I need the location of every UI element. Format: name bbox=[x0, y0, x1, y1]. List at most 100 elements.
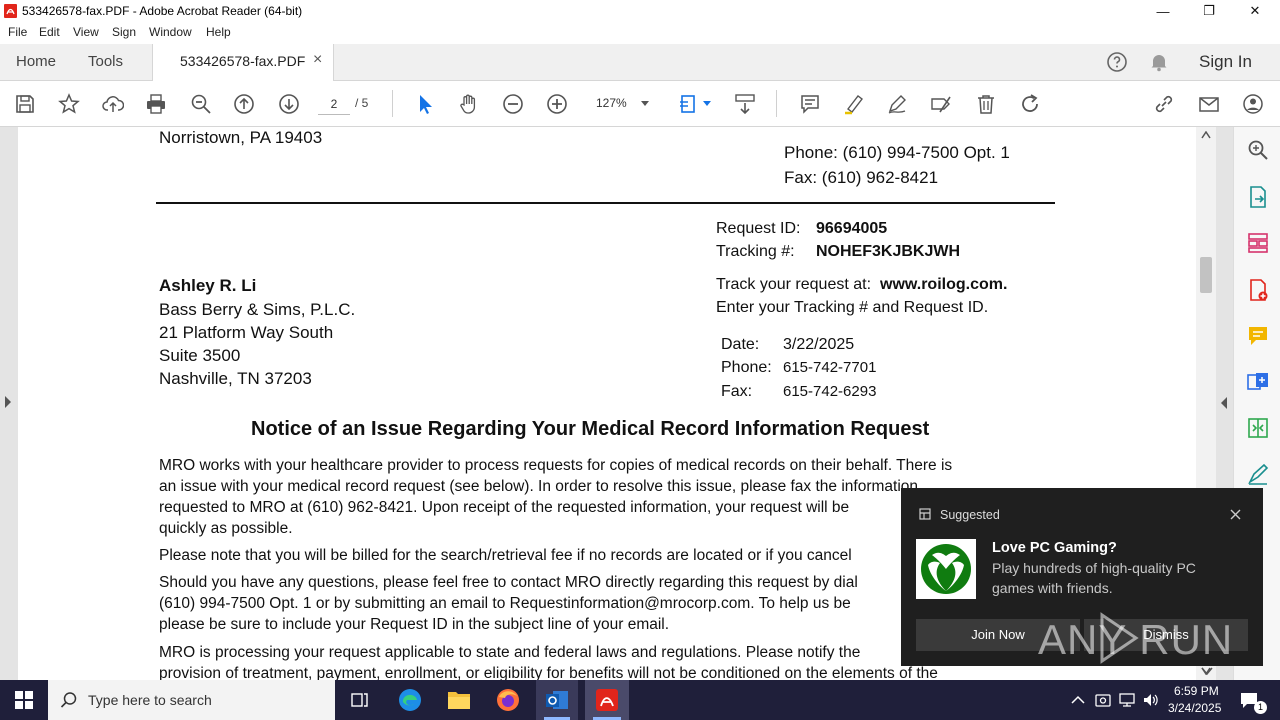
save-icon bbox=[16, 95, 34, 113]
zoom-out-button[interactable] bbox=[501, 92, 525, 116]
combine-files-icon[interactable] bbox=[1246, 370, 1270, 394]
tab-home[interactable]: Home bbox=[16, 53, 56, 70]
notifications-bell-icon[interactable] bbox=[1149, 52, 1169, 72]
comment-tool-icon[interactable] bbox=[1246, 324, 1270, 348]
compress-pdf-icon[interactable] bbox=[1246, 416, 1270, 440]
sender-phone-line: Phone: (610) 994-7500 Opt. 1 bbox=[784, 143, 1010, 162]
menu-file[interactable]: File bbox=[8, 25, 27, 39]
fax-label: Fax: bbox=[721, 383, 753, 400]
save-button[interactable] bbox=[13, 92, 37, 116]
fill-sign-icon[interactable] bbox=[1246, 462, 1270, 486]
maximize-button[interactable]: ❐ bbox=[1186, 0, 1232, 22]
select-tool-button[interactable] bbox=[413, 92, 437, 116]
main-toolbar: 2 / 5 127% bbox=[0, 81, 1280, 127]
network-icon[interactable] bbox=[1118, 692, 1136, 708]
notification-count-badge: 1 bbox=[1254, 701, 1267, 714]
outlook-taskbar-button[interactable] bbox=[536, 680, 578, 720]
request-id-label: Request ID: bbox=[716, 220, 801, 237]
menu-window[interactable]: Window bbox=[149, 25, 192, 39]
page-fit-button[interactable] bbox=[678, 92, 702, 116]
paragraph-1-line-2: an issue with your medical record reques… bbox=[159, 478, 919, 495]
tray-chevron-up-icon[interactable] bbox=[1071, 695, 1085, 705]
email-button[interactable] bbox=[1197, 92, 1221, 116]
volume-icon[interactable] bbox=[1142, 692, 1160, 708]
taskbar-search-box[interactable]: Type here to search bbox=[48, 680, 335, 720]
toast-body-line-1: Play hundreds of high-quality PC bbox=[992, 560, 1196, 576]
create-pdf-icon[interactable] bbox=[1246, 278, 1270, 302]
edit-pdf-button[interactable] bbox=[929, 92, 953, 116]
hand-tool-button[interactable] bbox=[457, 92, 481, 116]
comment-icon bbox=[801, 95, 819, 114]
acrobat-taskbar-button[interactable] bbox=[585, 680, 629, 720]
menu-sign[interactable]: Sign bbox=[112, 25, 136, 39]
tab-close-icon[interactable]: × bbox=[313, 51, 322, 69]
draw-button[interactable] bbox=[885, 92, 909, 116]
notice-heading: Notice of an Issue Regarding Your Medica… bbox=[251, 418, 930, 440]
clock-date[interactable]: 3/24/2025 bbox=[1168, 701, 1221, 715]
track-prefix: Track your request at: bbox=[716, 276, 872, 293]
zoom-dropdown-chevron-icon[interactable] bbox=[640, 100, 650, 108]
rotate-icon bbox=[1022, 94, 1038, 112]
trash-icon bbox=[978, 95, 994, 114]
print-button[interactable] bbox=[144, 92, 168, 116]
previous-page-button[interactable] bbox=[232, 92, 256, 116]
organize-pages-icon[interactable] bbox=[1246, 231, 1270, 255]
search-icon[interactable] bbox=[1246, 138, 1270, 162]
bookmark-star-button[interactable] bbox=[57, 92, 81, 116]
title-bar: 533426578-fax.PDF - Adobe Acrobat Reader… bbox=[0, 0, 1280, 22]
menu-help[interactable]: Help bbox=[206, 25, 231, 39]
upload-button[interactable] bbox=[101, 92, 125, 116]
clock-time[interactable]: 6:59 PM bbox=[1174, 684, 1219, 698]
windows-start-icon[interactable] bbox=[15, 691, 33, 709]
collapse-chevron-icon[interactable] bbox=[1201, 666, 1213, 676]
scroll-thumb[interactable] bbox=[1200, 257, 1212, 293]
date-value: 3/22/2025 bbox=[783, 336, 855, 353]
menu-edit[interactable]: Edit bbox=[39, 25, 60, 39]
magnifier-minus-icon bbox=[191, 94, 211, 114]
page-fit-chevron-icon[interactable] bbox=[703, 101, 711, 107]
toast-body-line-2: games with friends. bbox=[992, 580, 1113, 596]
minimize-icon: — bbox=[1156, 3, 1170, 19]
envelope-icon bbox=[1199, 97, 1219, 112]
tab-tools[interactable]: Tools bbox=[88, 53, 123, 70]
edge-browser-icon[interactable] bbox=[398, 688, 422, 712]
toast-close-icon[interactable] bbox=[1230, 509, 1241, 520]
scrolling-mode-button[interactable] bbox=[733, 92, 757, 116]
zoom-level-value[interactable]: 127% bbox=[596, 96, 627, 110]
next-page-button[interactable] bbox=[277, 92, 301, 116]
track-url: www.roilog.com. bbox=[880, 276, 1008, 293]
suggested-icon bbox=[919, 508, 931, 520]
firefox-icon[interactable] bbox=[496, 688, 520, 712]
highlighter-icon bbox=[845, 95, 863, 115]
delete-button[interactable] bbox=[974, 92, 998, 116]
share-link-button[interactable] bbox=[1152, 92, 1176, 116]
menu-view[interactable]: View bbox=[73, 25, 99, 39]
phone-value: 615-742-7701 bbox=[783, 359, 877, 376]
star-icon bbox=[58, 93, 80, 114]
zoom-tool-button[interactable] bbox=[189, 92, 213, 116]
meet-now-icon[interactable] bbox=[1095, 692, 1111, 708]
zoom-in-button[interactable] bbox=[545, 92, 569, 116]
right-panel-collapse-icon[interactable] bbox=[1219, 396, 1229, 410]
sign-in-button[interactable]: Sign In bbox=[1199, 52, 1252, 72]
minimize-button[interactable]: — bbox=[1140, 0, 1186, 22]
arrow-down-circle-icon bbox=[279, 94, 299, 114]
highlight-button[interactable] bbox=[842, 92, 866, 116]
task-view-icon[interactable] bbox=[350, 690, 370, 710]
page-total: / 5 bbox=[355, 96, 369, 110]
scroll-up-arrow-icon[interactable] bbox=[1201, 131, 1211, 139]
export-pdf-icon[interactable] bbox=[1246, 185, 1270, 209]
account-button[interactable] bbox=[1241, 92, 1265, 116]
left-panel-toggle-icon[interactable] bbox=[3, 395, 13, 409]
rotate-button[interactable] bbox=[1018, 92, 1042, 116]
comment-button[interactable] bbox=[798, 92, 822, 116]
close-window-button[interactable]: ✕ bbox=[1232, 0, 1278, 22]
paragraph-3-line-1: Should you have any questions, please fe… bbox=[159, 574, 858, 591]
help-icon[interactable] bbox=[1106, 51, 1128, 73]
tracking-label: Tracking #: bbox=[716, 243, 795, 260]
tab-document[interactable]: 533426578-fax.PDF × bbox=[152, 44, 334, 81]
sender-city-line: Norristown, PA 19403 bbox=[159, 128, 323, 147]
page-number-input[interactable]: 2 bbox=[318, 94, 350, 115]
date-label: Date: bbox=[721, 336, 760, 353]
file-explorer-icon[interactable] bbox=[447, 689, 471, 711]
